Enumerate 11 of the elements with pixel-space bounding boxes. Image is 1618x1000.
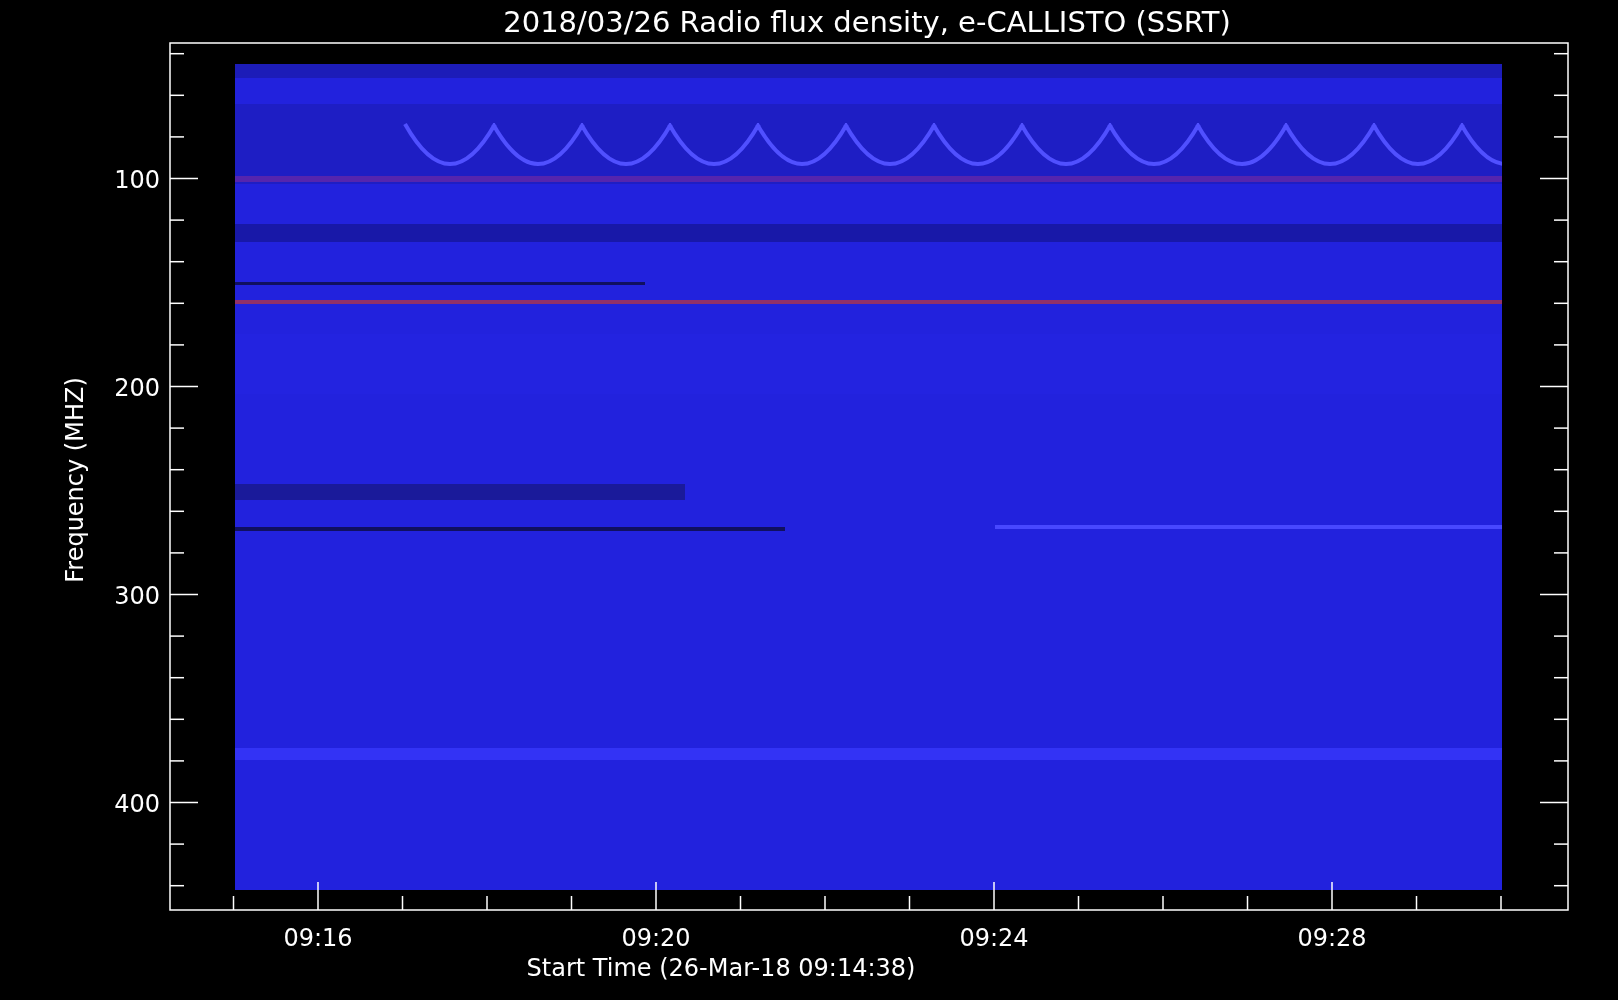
y-tick-label: 200 — [114, 373, 160, 402]
x-tick-label: 09:20 — [621, 924, 691, 952]
x-axis-label: Start Time (26-Mar-18 09:14:38) — [526, 954, 916, 982]
y-tick-label: 300 — [114, 581, 160, 610]
x-tick-label: 09:16 — [283, 924, 353, 952]
x-tick-label: 09:24 — [959, 924, 1029, 952]
x-tick-label: 09:28 — [1297, 924, 1367, 952]
y-tick-label: 100 — [114, 165, 160, 194]
chart-title: 2018/03/26 Radio flux density, e-CALLISTO (SSRT) — [503, 5, 1231, 39]
y-axis-label: Frequency (MHZ) — [61, 377, 89, 583]
y-tick-label: 400 — [114, 789, 160, 818]
